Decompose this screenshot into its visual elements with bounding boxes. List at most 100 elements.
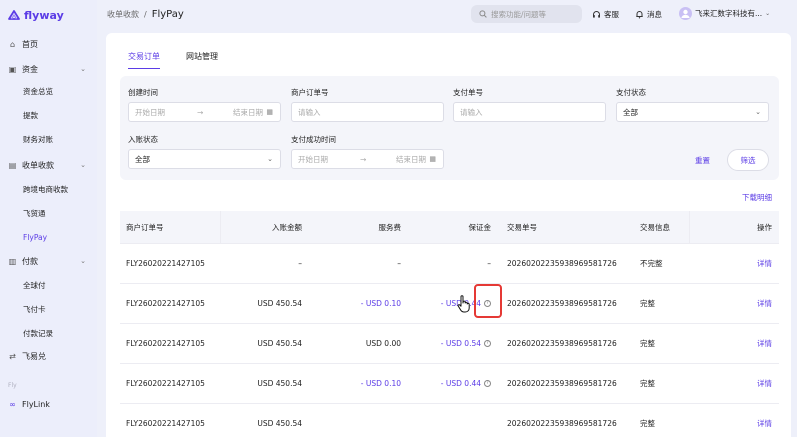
end-date-placeholder: 结束日期 (396, 154, 426, 164)
cell-txn-info-text: 完整 (640, 299, 655, 308)
sidebar-item-13[interactable]: ⇄ 飞易兑 (0, 346, 97, 366)
cell-txn-no: 20260202235938969581726 (507, 404, 617, 437)
cell-amount-text: USD 450.54 (257, 379, 302, 388)
cell-amount-text: USD 450.54 (257, 339, 302, 348)
cell-txn-no: 20260202235938969581726 (507, 244, 617, 283)
cell-amount: USD 450.54 (257, 284, 302, 323)
sidebar-item-2[interactable]: 资金总览 (0, 81, 97, 101)
table-row: FLY26020221427105 USD 450.54 - USD 0.10 - U… (120, 364, 779, 404)
download-details-link[interactable]: 下载明细 (742, 192, 772, 203)
cell-fee: - USD 0.10 (361, 364, 401, 403)
cell-txn-info-text: 完整 (640, 339, 655, 348)
cell-merchant-order: FLY26020221427105 (126, 364, 205, 403)
cell-deposit: - USD 0.44? (441, 364, 491, 403)
cell-txn-no: 20260202235938969581726 (507, 284, 617, 323)
settle-status-select[interactable]: 全部 ⌄ (128, 149, 281, 169)
cell-fee-text: - USD 0.10 (360, 299, 401, 308)
payment-no-input[interactable]: 请输入 (453, 102, 606, 122)
cell-deposit: – (487, 244, 491, 283)
pay-success-time-range[interactable]: 开始日期 → 结束日期 ▦ (291, 149, 444, 169)
detail-link[interactable]: 详情 (757, 244, 772, 283)
sidebar-item-label: 资金总览 (23, 86, 53, 96)
sidebar-item-flylink[interactable]: ∞ FlyLink (0, 394, 97, 414)
cell-merchant-order: FLY26020221427105 (126, 324, 205, 363)
breadcrumb-parent[interactable]: 收单收款 (107, 9, 139, 20)
cell-amount: – (298, 244, 302, 283)
sidebar-item-label: 付款 (22, 256, 38, 266)
filter-button[interactable]: 筛选 (727, 149, 769, 171)
created-time-range[interactable]: 开始日期 → 结束日期 ▦ (128, 102, 281, 122)
cell-amount: USD 450.54 (257, 364, 302, 403)
pay-status-select[interactable]: 全部 ⌄ (616, 102, 769, 122)
chevron-down-icon: ⌄ (755, 108, 761, 116)
sidebar-item-label: 全球付 (23, 280, 46, 290)
sidebar-item-6[interactable]: 跨境电商收款 (0, 179, 97, 199)
calendar-icon: ▦ (429, 155, 436, 163)
cell-fee: – (397, 244, 401, 283)
sidebar-item-9[interactable]: ▥ 付款 ⌄ (0, 251, 97, 271)
cell-deposit-text: - USD 0.44 (440, 379, 481, 388)
detail-link-text: 详情 (757, 419, 772, 428)
cell-txn-info-text: 不完整 (640, 259, 663, 268)
sidebar-item-7[interactable]: 飞贸通 (0, 203, 97, 223)
settle-status-label: 入账状态 (128, 135, 158, 144)
sidebar-item-label: 资金 (22, 64, 38, 74)
sidebar: flyway ⌂ 首页 ▣ 资金 ⌄ 资金总览提款财务对账 ▤ 收单收款 ⌄ 跨境电商收款 飞贸通 F… (0, 0, 97, 437)
cell-txn-no: 20260202235938969581726 (507, 364, 617, 403)
highlight-box (474, 284, 502, 318)
column-divider (220, 211, 221, 243)
breadcrumb-separator: / (144, 10, 147, 19)
search-input[interactable] (491, 9, 576, 19)
search-icon (479, 10, 487, 18)
topbar: 收单收款 / FlyPay 客服 消息 飞来汇数字科技有... ⌄ (97, 0, 797, 30)
cell-txn-info-text: 完整 (640, 379, 655, 388)
sidebar-item-5[interactable]: ▤ 收单收款 ⌄ (0, 155, 97, 175)
cell-txn-no-text: 20260202235938969581726 (507, 299, 617, 308)
sidebar-item-10[interactable]: 全球付 (0, 275, 97, 295)
pay-status-value: 全部 (623, 107, 638, 117)
cell-fee-text: USD 0.00 (365, 339, 401, 348)
cell-txn-info: 完整 (640, 404, 655, 437)
search-box[interactable] (471, 5, 582, 23)
cell-merchant-order-text: FLY26020221427105 (126, 379, 205, 388)
flyway-logo-icon (8, 10, 20, 20)
sidebar-item-8[interactable]: FlyPay (0, 227, 97, 247)
table-row: FLY26020221427105 USD 450.54- USD 0.10- U… (120, 284, 779, 324)
sidebar-item-12[interactable]: 付款记录 (0, 323, 97, 343)
home-icon: ⌂ (9, 39, 16, 49)
start-date-placeholder: 开始日期 (298, 154, 328, 164)
sidebar-item-4[interactable]: 财务对账 (0, 129, 97, 149)
detail-link[interactable]: 详情 (757, 404, 772, 437)
cell-txn-no: 20260202235938969581726 (507, 324, 617, 363)
sidebar-item-11[interactable]: 飞付卡 (0, 299, 97, 319)
sidebar-item-0[interactable]: ⌂ 首页 (0, 34, 97, 54)
sidebar-item-label: 付款记录 (23, 328, 53, 338)
merchant-order-input[interactable]: 请输入 (291, 102, 444, 122)
detail-link[interactable]: 详情 (757, 364, 772, 403)
support-button[interactable]: 客服 (592, 9, 619, 20)
tab-site-management[interactable]: 网站管理 (186, 51, 218, 69)
help-circle-icon[interactable]: ? (484, 380, 491, 387)
notification-button[interactable]: 消息 (635, 9, 662, 20)
reset-button[interactable]: 重置 (695, 155, 710, 166)
detail-link[interactable]: 详情 (757, 324, 772, 363)
sidebar-item-1[interactable]: ▣ 资金 ⌄ (0, 59, 97, 79)
tab-transactions[interactable]: 交易订单 (128, 51, 160, 69)
cell-txn-no-text: 20260202235938969581726 (507, 339, 617, 348)
logo[interactable]: flyway (7, 7, 64, 23)
support-label: 客服 (604, 10, 619, 19)
chevron-down-icon: ⌄ (267, 155, 273, 163)
detail-link-text: 详情 (757, 259, 772, 268)
account-menu[interactable]: 飞来汇数字科技有... ⌄ (679, 7, 770, 20)
detail-link-text: 详情 (757, 339, 772, 348)
cell-merchant-order-text: FLY26020221427105 (126, 419, 205, 428)
start-date-placeholder: 开始日期 (135, 107, 165, 117)
help-circle-icon[interactable]: ? (484, 340, 491, 347)
sidebar-item-3[interactable]: 提款 (0, 105, 97, 125)
logo-text: flyway (24, 8, 64, 22)
sidebar-item-label: 提款 (23, 110, 38, 120)
detail-link[interactable]: 详情 (757, 284, 772, 323)
avatar (679, 7, 692, 20)
cell-deposit: - USD 0.54? (441, 324, 491, 363)
company-name: 飞来汇数字科技有... (695, 9, 763, 18)
